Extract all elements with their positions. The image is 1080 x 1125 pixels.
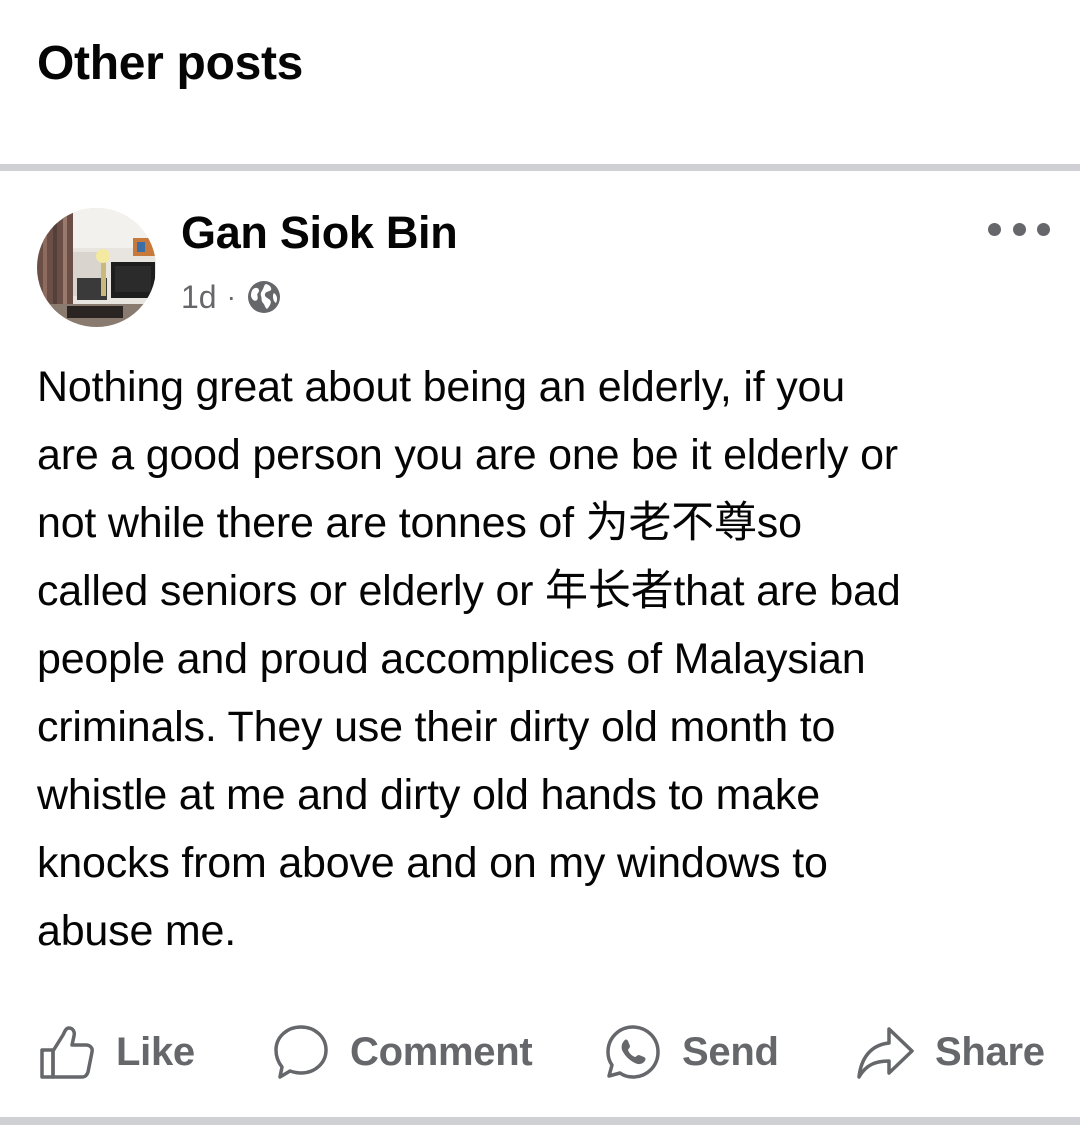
avatar[interactable] (37, 208, 156, 327)
post-card: Gan Siok Bin 1d · Nothing great about be… (0, 171, 1080, 1117)
send-label: Send (682, 1029, 779, 1074)
comment-button[interactable]: Comment (272, 1016, 533, 1088)
globe-icon (246, 279, 282, 315)
author-name[interactable]: Gan Siok Bin (181, 205, 458, 261)
like-label: Like (116, 1029, 195, 1074)
post-meta: 1d · (181, 277, 282, 317)
post-actions: Like Comment Send Share (0, 1016, 1080, 1088)
section-title: Other posts (37, 37, 304, 90)
meta-separator: · (226, 281, 236, 312)
share-button[interactable]: Share (855, 1016, 1045, 1088)
send-button[interactable]: Send (604, 1016, 779, 1088)
section-header: Other posts (0, 0, 1080, 164)
whatsapp-icon (606, 1025, 660, 1079)
share-label: Share (935, 1029, 1045, 1074)
comment-label: Comment (350, 1029, 533, 1074)
share-icon (857, 1027, 914, 1079)
section-divider (0, 164, 1080, 171)
post-timestamp[interactable]: 1d (181, 279, 217, 316)
thumbs-up-icon (40, 1026, 94, 1079)
bottom-divider (0, 1117, 1080, 1125)
like-button[interactable]: Like (38, 1016, 195, 1088)
comment-icon (274, 1025, 328, 1079)
more-options-icon[interactable] (988, 215, 1050, 243)
post-text: Nothing great about being an elderly, if… (37, 363, 901, 955)
